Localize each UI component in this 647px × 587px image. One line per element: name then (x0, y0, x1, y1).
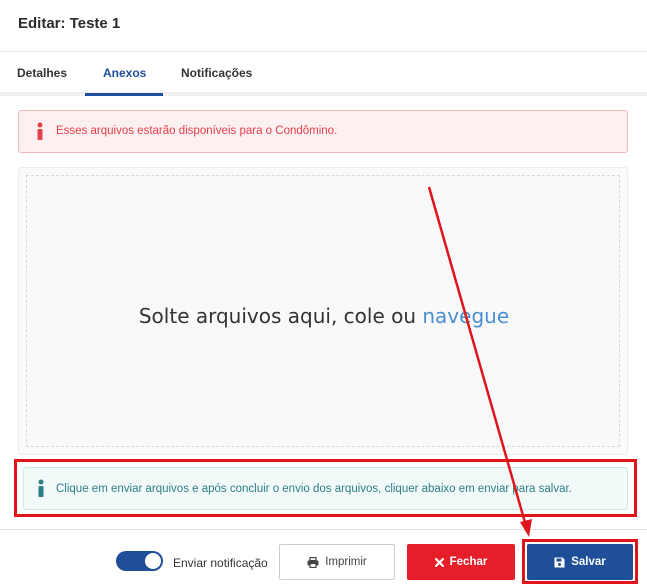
toggle-knob (145, 553, 161, 569)
modal-title: Editar: Teste 1 (18, 15, 121, 32)
floppy-disk-icon (554, 557, 565, 567)
tab-notificacoes[interactable]: Notificações (181, 66, 252, 80)
warning-alert: Esses arquivos estarão disponíveis para … (18, 110, 628, 153)
info-icon (38, 479, 44, 497)
printer-icon (307, 556, 319, 568)
save-button[interactable]: Salvar (527, 544, 633, 580)
save-button-label: Salvar (571, 556, 606, 568)
info-icon (37, 122, 43, 140)
info-alert: Clique em enviar arquivos e após conclui… (23, 467, 628, 510)
tab-anexos[interactable]: Anexos (103, 66, 146, 80)
tab-detalhes[interactable]: Detalhes (17, 66, 67, 80)
warning-alert-text: Esses arquivos estarão disponíveis para … (56, 125, 338, 137)
dropzone-area[interactable]: Solte arquivos aqui, cole ou navegue (26, 175, 620, 447)
notify-toggle-label: Enviar notificação (173, 556, 268, 570)
browse-link[interactable]: navegue (422, 304, 509, 328)
upload-dropzone[interactable]: Solte arquivos aqui, cole ou navegue (18, 167, 628, 455)
dropzone-text: Solte arquivos aqui, cole ou (138, 304, 423, 328)
dropzone-message: Solte arquivos aqui, cole ou navegue (27, 304, 621, 328)
active-tab-indicator (85, 93, 163, 96)
info-alert-text: Clique em enviar arquivos e após conclui… (56, 483, 572, 495)
tab-bar: Detalhes Anexos Notificações (0, 52, 647, 96)
footer-divider (0, 529, 647, 530)
close-button[interactable]: Fechar (407, 544, 515, 580)
close-icon (434, 557, 444, 567)
close-button-label: Fechar (449, 556, 488, 568)
notify-toggle[interactable] (116, 551, 163, 571)
print-button-label: Imprimir (325, 556, 367, 568)
modal-header: Editar: Teste 1 (0, 0, 647, 52)
print-button[interactable]: Imprimir (279, 544, 395, 580)
